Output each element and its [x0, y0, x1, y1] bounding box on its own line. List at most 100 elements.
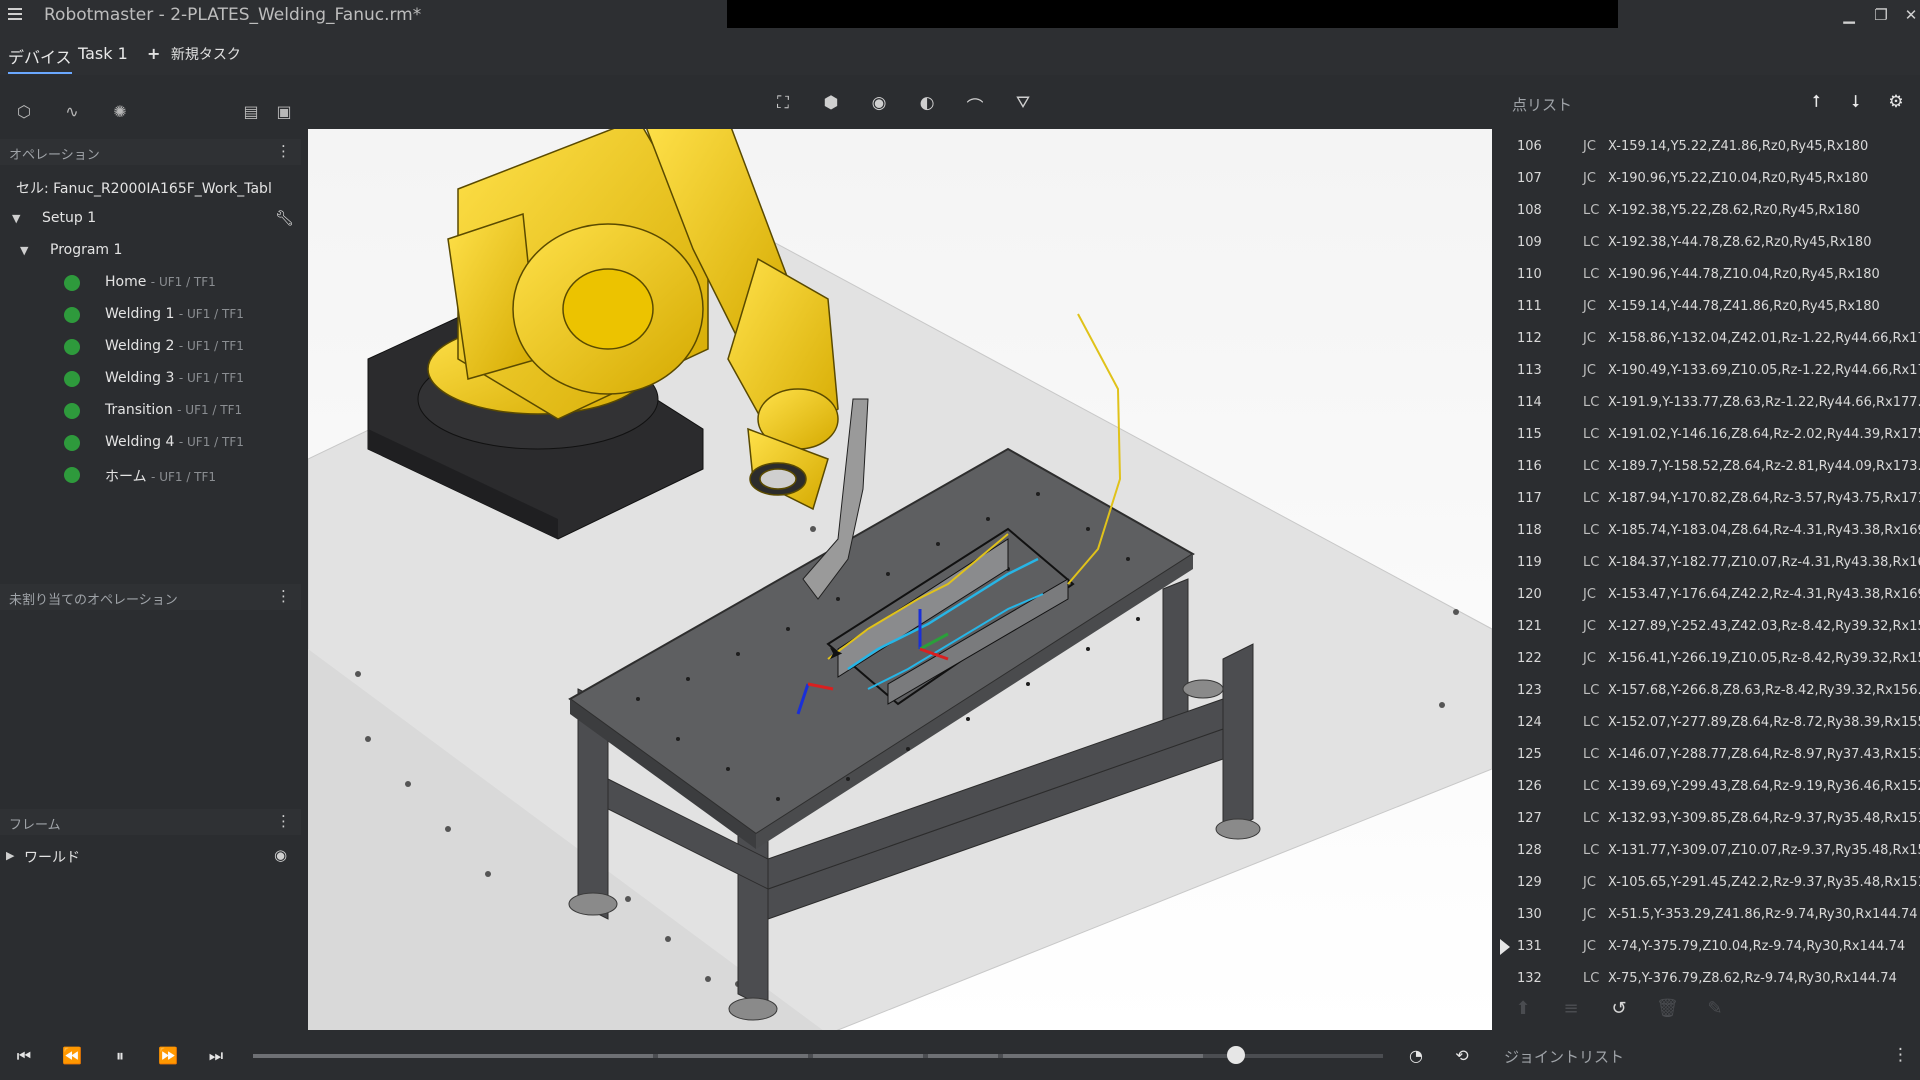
point-coordinates: X-146.07,Y-288.77,Z8.64,Rz-8.97,Ry37.43,… [1608, 747, 1920, 762]
hamburger-menu-icon[interactable] [8, 8, 22, 20]
list-icon[interactable]: ≡ [1560, 998, 1582, 1019]
point-row[interactable]: 109 LC X-192.38,Y-44.78,Z8.62,Rz0,Ry45,Rx1… [1500, 227, 1920, 259]
collapse-caret-icon[interactable]: ▼ [12, 212, 20, 225]
operation-item[interactable]: Welding 4 - UF1 / TF1 [0, 427, 301, 459]
loop-icon[interactable]: ⟲ [1451, 1045, 1473, 1067]
collapse-caret-icon[interactable]: ▼ [20, 244, 28, 257]
tab-task-1[interactable]: Task 1 [78, 44, 128, 63]
point-number: 108 [1517, 203, 1542, 218]
fast-forward-icon[interactable]: ⏩ [157, 1045, 179, 1067]
speed-gauge-icon[interactable]: ◔ [1405, 1045, 1427, 1067]
point-coordinates: X-189.7,Y-158.52,Z8.64,Rz-2.81,Ry44.09,R… [1608, 459, 1920, 474]
point-number: 132 [1517, 971, 1542, 986]
operation-item[interactable]: Welding 1 - UF1 / TF1 [0, 299, 301, 331]
point-row[interactable]: 107 JC X-190.96,Y5.22,Z10.04,Rz0,Ry45,Rx18… [1500, 163, 1920, 195]
fit-view-icon[interactable]: ⛶ [770, 93, 796, 117]
eye-icon[interactable]: ◉ [866, 93, 892, 117]
expand-caret-icon[interactable]: ▶ [6, 849, 14, 862]
path-view-icon[interactable]: ∿ [61, 101, 83, 123]
point-coordinates: X-153.47,Y-176.64,Z42.2,Rz-4.31,Ry43.38,… [1608, 587, 1920, 602]
point-row[interactable]: 119 LC X-184.37,Y-182.77,Z10.07,Rz-4.31,Ry… [1500, 547, 1920, 579]
gear-view-icon[interactable]: ✺ [109, 101, 131, 123]
point-coordinates: X-156.41,Y-266.19,Z10.05,Rz-8.42,Ry39.32… [1608, 651, 1920, 666]
restore-icon[interactable]: ❐ [1870, 6, 1892, 24]
point-row[interactable]: 112 JC X-158.86,Y-132.04,Z42.01,Rz-1.22,Ry… [1500, 323, 1920, 355]
point-row[interactable]: 120 JC X-153.47,Y-176.64,Z42.2,Rz-4.31,Ry4… [1500, 579, 1920, 611]
point-row[interactable]: 108 LC X-192.38,Y5.22,Z8.62,Rz0,Ry45,Rx180 [1500, 195, 1920, 227]
new-task-button[interactable]: + 新規タスク [147, 44, 241, 64]
document-icon[interactable]: ▤ [240, 101, 262, 123]
operation-item[interactable]: Transition - UF1 / TF1 [0, 395, 301, 427]
rewind-icon[interactable]: ⏪ [61, 1045, 83, 1067]
operation-frame: - UF1 / TF1 [178, 371, 244, 385]
edit-pencil-icon[interactable]: ✎ [1704, 998, 1726, 1019]
point-row[interactable]: 124 LC X-152.07,Y-277.89,Z8.64,Rz-8.72,Ry3… [1500, 707, 1920, 739]
setup-row[interactable]: ▼ Setup 1 🔧︎ [0, 203, 301, 235]
skip-to-start-icon[interactable]: ⏮ [13, 1045, 35, 1067]
point-row[interactable]: 110 LC X-190.96,Y-44.78,Z10.04,Rz0,Ry45,Rx… [1500, 259, 1920, 291]
joint-list-expand-icon[interactable]: ⋮ [1892, 1045, 1909, 1065]
settings-gear-icon[interactable]: ⚙ [1886, 92, 1906, 112]
point-coordinates: X-152.07,Y-277.89,Z8.64,Rz-8.72,Ry38.39,… [1608, 715, 1920, 730]
close-icon[interactable]: ✕ [1900, 6, 1920, 24]
monitor-icon[interactable]: ▣ [273, 101, 295, 123]
point-row[interactable]: 126 LC X-139.69,Y-299.43,Z8.64,Rz-9.19,Ry3… [1500, 771, 1920, 803]
cell-label: セル: Fanuc_R2000IA165F_Work_Tabl [16, 181, 272, 197]
delete-icon[interactable]: 🗑︎ [1656, 998, 1679, 1019]
point-row[interactable]: 114 LC X-191.9,Y-133.77,Z8.63,Rz-1.22,Ry44… [1500, 387, 1920, 419]
skip-to-end-icon[interactable]: ⏭ [205, 1045, 227, 1067]
curve-icon[interactable]: ⌒ [962, 93, 988, 118]
frame-world-row[interactable]: ▶ ワールド ◉ [0, 840, 301, 872]
operation-item[interactable]: ホーム - UF1 / TF1 [0, 459, 301, 491]
point-row[interactable]: 106 JC X-159.14,Y5.22,Z41.86,Rz0,Ry45,Rx18… [1500, 131, 1920, 163]
point-row[interactable]: 113 JC X-190.49,Y-133.69,Z10.05,Rz-1.22,Ry… [1500, 355, 1920, 387]
point-row[interactable]: 115 LC X-191.02,Y-146.16,Z8.64,Rz-2.02,Ry4… [1500, 419, 1920, 451]
frames-menu-icon[interactable]: ⋮ [276, 812, 291, 830]
point-row[interactable]: 111 JC X-159.14,Y-44.78,Z41.86,Rz0,Ry45,Rx… [1500, 291, 1920, 323]
move-up-icon[interactable]: ⭡ [1806, 92, 1826, 112]
timeline-track[interactable] [253, 1054, 1383, 1058]
unassigned-menu-icon[interactable]: ⋮ [276, 587, 291, 605]
3d-viewport[interactable]: ➤ [308, 129, 1492, 1034]
point-row[interactable]: 118 LC X-185.74,Y-183.04,Z8.64,Rz-4.31,Ry4… [1500, 515, 1920, 547]
point-row[interactable]: 128 LC X-131.77,Y-309.07,Z10.07,Rz-9.37,Ry… [1500, 835, 1920, 867]
point-row[interactable]: 117 LC X-187.94,Y-170.82,Z8.64,Rz-3.57,Ry4… [1500, 483, 1920, 515]
move-down-icon[interactable]: ⭣ [1846, 92, 1866, 112]
point-coordinates: X-185.74,Y-183.04,Z8.64,Rz-4.31,Ry43.38,… [1608, 523, 1920, 538]
operation-item[interactable]: Home - UF1 / TF1 [0, 267, 301, 299]
timeline-scrubber[interactable] [1227, 1046, 1246, 1064]
point-coordinates: X-159.14,Y5.22,Z41.86,Rz0,Ry45,Rx180 [1608, 139, 1869, 154]
point-row[interactable]: 123 LC X-157.68,Y-266.8,Z8.63,Rz-8.42,Ry39… [1500, 675, 1920, 707]
point-number: 131 [1517, 939, 1542, 954]
operations-menu-icon[interactable]: ⋮ [276, 142, 291, 160]
point-row[interactable]: 131 JC X-74,Y-375.79,Z10.04,Rz-9.74,Ry30,R… [1500, 931, 1920, 963]
cell-view-icon[interactable]: ⬡ [13, 101, 35, 123]
wrench-icon[interactable]: 🔧︎ [275, 209, 294, 227]
scene-drawing [308, 129, 1492, 1034]
cell-row[interactable]: セル: Fanuc_R2000IA165F_Work_Tabl [0, 171, 301, 203]
visibility-icon[interactable]: ◉ [274, 846, 287, 864]
operation-item[interactable]: Welding 3 - UF1 / TF1 [0, 363, 301, 395]
filter-icon[interactable]: ⛛ [1010, 93, 1036, 117]
undo-icon[interactable]: ↺ [1608, 998, 1630, 1019]
operation-frame: - UF1 / TF1 [178, 435, 244, 449]
cube-view-icon[interactable]: ⬢ [818, 93, 844, 117]
point-row[interactable]: 130 JC X-51.5,Y-353.29,Z41.86,Rz-9.74,Ry30… [1500, 899, 1920, 931]
tab-device[interactable]: デバイス [8, 44, 72, 74]
point-row[interactable]: 125 LC X-146.07,Y-288.77,Z8.64,Rz-8.97,Ry3… [1500, 739, 1920, 771]
point-row[interactable]: 122 JC X-156.41,Y-266.19,Z10.05,Rz-8.42,Ry… [1500, 643, 1920, 675]
point-row[interactable]: 116 LC X-189.7,Y-158.52,Z8.64,Rz-2.81,Ry44… [1500, 451, 1920, 483]
program-row[interactable]: ▼ Program 1 [0, 235, 301, 267]
point-motion-type: JC [1583, 139, 1596, 154]
minimize-icon[interactable]: ▁ [1838, 6, 1860, 24]
point-motion-type: JC [1583, 619, 1596, 634]
shading-icon[interactable]: ◐ [914, 93, 940, 117]
operation-item[interactable]: Welding 2 - UF1 / TF1 [0, 331, 301, 363]
point-row[interactable]: 121 JC X-127.89,Y-252.43,Z42.03,Rz-8.42,Ry… [1500, 611, 1920, 643]
mouse-pointer-icon[interactable]: ⬆ [1512, 998, 1534, 1019]
point-row[interactable]: 127 LC X-132.93,Y-309.85,Z8.64,Rz-9.37,Ry3… [1500, 803, 1920, 835]
point-row[interactable]: 129 JC X-105.65,Y-291.45,Z42.2,Rz-9.37,Ry3… [1500, 867, 1920, 899]
pause-icon[interactable]: ⏸ [109, 1045, 131, 1067]
point-row[interactable]: 132 LC X-75,Y-376.79,Z8.62,Rz-9.74,Ry30,Rx… [1500, 963, 1920, 986]
point-coordinates: X-158.86,Y-132.04,Z42.01,Rz-1.22,Ry44.66… [1608, 331, 1920, 346]
